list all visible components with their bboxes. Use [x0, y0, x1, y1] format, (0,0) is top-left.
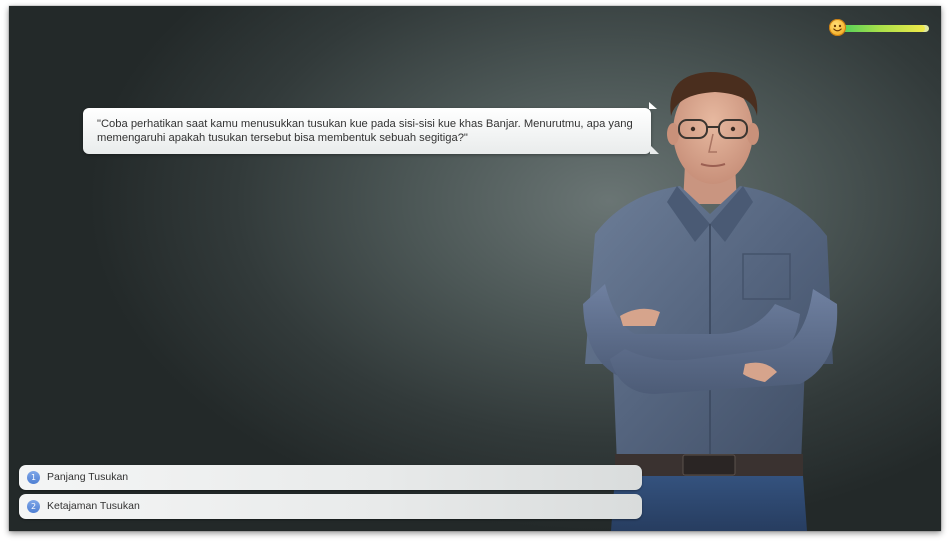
option-number-badge: 1 [27, 471, 40, 484]
option-label: Panjang Tusukan [47, 471, 129, 483]
presenter-character [565, 64, 855, 531]
option-label: Ketajaman Tusukan [47, 500, 140, 512]
mood-meter [829, 18, 931, 38]
smiley-face-icon [829, 19, 846, 36]
progress-track [843, 25, 929, 32]
dialogue-text: "Coba perhatikan saat kamu menusukkan tu… [97, 118, 633, 144]
answer-options: 1 Panjang Tusukan 2 Ketajaman Tusukan [19, 465, 642, 523]
progress-fill [843, 25, 925, 32]
answer-option-1[interactable]: 1 Panjang Tusukan [19, 465, 642, 490]
answer-option-2[interactable]: 2 Ketajaman Tusukan [19, 494, 642, 519]
option-number-badge: 2 [27, 500, 40, 513]
scene-stage: "Coba perhatikan saat kamu menusukkan tu… [9, 6, 941, 531]
